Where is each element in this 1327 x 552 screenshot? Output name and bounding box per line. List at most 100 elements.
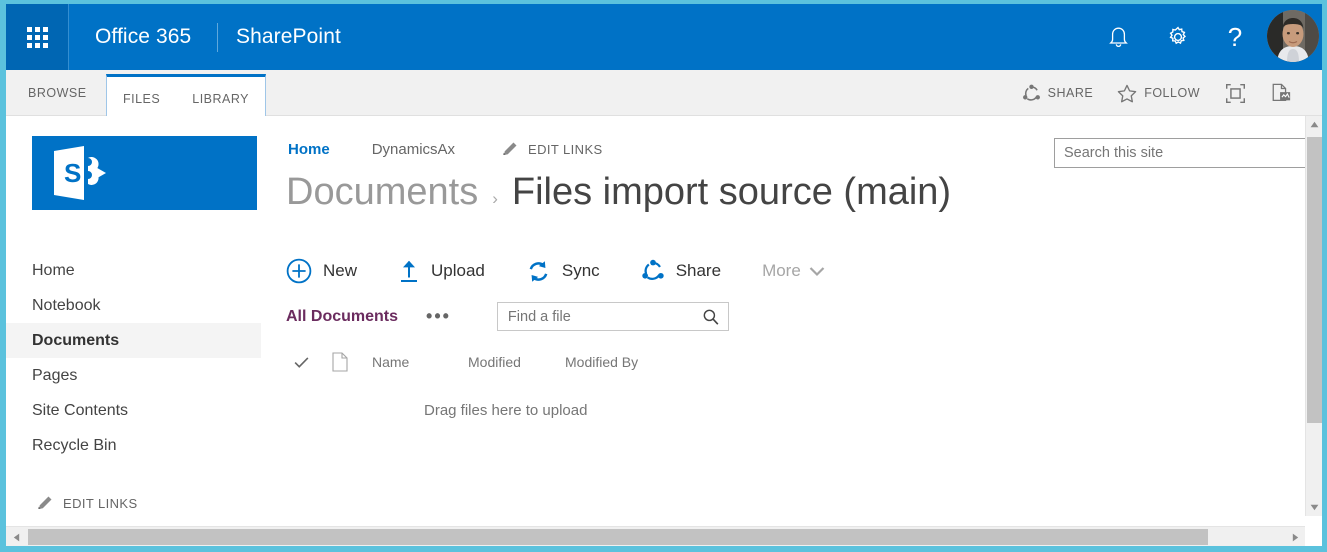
app-launcher-button[interactable] <box>6 4 68 70</box>
bell-icon <box>1108 27 1128 47</box>
focus-on-content-button[interactable] <box>1212 70 1258 116</box>
topnav-item-home[interactable]: Home <box>288 141 330 158</box>
upload-arrow-icon <box>401 260 418 282</box>
scroll-right-button[interactable] <box>1285 528 1305 546</box>
sharepoint-app-link[interactable]: SharePoint <box>236 4 341 70</box>
search-icon <box>703 309 719 325</box>
select-all-checkbox[interactable] <box>294 356 332 369</box>
view-selector-all-documents[interactable]: All Documents <box>286 308 398 326</box>
sidebar-item-label: Site Contents <box>32 401 129 419</box>
find-a-file-box[interactable] <box>496 302 729 331</box>
help-question-icon: ? <box>1227 21 1243 52</box>
page-sync-button[interactable] <box>1258 70 1304 116</box>
find-a-file-input[interactable] <box>505 307 702 326</box>
share-icon <box>1022 84 1040 101</box>
page-title: Documents › Files import source (main) <box>286 171 951 214</box>
topnav-edit-links-button[interactable]: EDIT LINKS <box>501 141 603 158</box>
tab-library[interactable]: LIBRARY <box>176 77 265 120</box>
sync-icon <box>529 260 548 282</box>
follow-button-label: FOLLOW <box>1144 86 1200 100</box>
horizontal-scrollbar[interactable] <box>6 526 1322 546</box>
column-header-modified[interactable]: Modified <box>468 354 565 370</box>
sidebar-item-label: Home <box>32 261 75 279</box>
sidebar-item-site-contents[interactable]: Site Contents <box>6 393 261 428</box>
sidebar-item-home[interactable]: Home <box>6 253 261 288</box>
pencil-icon <box>38 496 52 509</box>
top-navigation: Home DynamicsAx EDIT LINKS <box>288 141 603 158</box>
share-button-label: SHARE <box>1047 86 1094 100</box>
horizontal-scrollbar-thumb[interactable] <box>28 529 1208 545</box>
more-commands-label: More <box>762 261 801 280</box>
more-commands-button[interactable]: More <box>762 261 825 281</box>
suite-brand-separator <box>217 23 218 52</box>
share-command-button[interactable]: Share <box>641 259 721 283</box>
topnav-item-dynamicsax[interactable]: DynamicsAx <box>372 141 455 158</box>
vertical-scrollbar[interactable] <box>1305 116 1322 516</box>
sync-button[interactable]: Sync <box>526 259 600 284</box>
user-menu-button[interactable] <box>1267 10 1319 62</box>
tab-files[interactable]: FILES <box>107 77 176 120</box>
new-button-label: New <box>323 261 358 280</box>
scroll-up-button[interactable] <box>1306 116 1322 133</box>
app-launcher-waffle-icon <box>26 26 48 48</box>
view-more-options-button[interactable]: ••• <box>426 306 451 327</box>
settings-button[interactable] <box>1152 4 1204 70</box>
share-command-label: Share <box>675 261 722 280</box>
document-icon <box>332 352 348 372</box>
upload-button[interactable]: Upload <box>398 258 485 284</box>
help-button[interactable]: ? <box>1212 4 1258 70</box>
share-button[interactable]: SHARE <box>1010 70 1106 116</box>
sidebar-item-pages[interactable]: Pages <box>6 358 261 393</box>
sidebar-item-label: Pages <box>32 366 78 384</box>
sidebar-item-documents[interactable]: Documents <box>6 323 261 358</box>
tab-browse[interactable]: BROWSE <box>28 70 87 116</box>
sidebar-edit-links-button[interactable]: EDIT LINKS <box>6 487 261 516</box>
avatar <box>1267 10 1319 62</box>
scrollbar-corner <box>1305 526 1322 546</box>
new-button[interactable]: New <box>286 258 357 284</box>
drag-files-hint: Drag files here to upload <box>424 402 588 419</box>
file-list-header: Name Modified Modified By <box>294 352 638 372</box>
pencil-icon <box>503 142 517 155</box>
main-content-column: Home DynamicsAx EDIT LINKS Documents <box>261 116 1322 516</box>
caret-left-icon <box>13 533 19 541</box>
sidebar-item-label: Notebook <box>32 296 101 314</box>
office365-brand-link[interactable]: Office 365 <box>95 4 191 70</box>
site-search-box[interactable] <box>1054 138 1312 168</box>
site-logo[interactable]: S <box>32 136 257 210</box>
column-header-modified-by[interactable]: Modified By <box>565 354 638 370</box>
column-header-name[interactable]: Name <box>372 354 468 370</box>
scroll-down-button[interactable] <box>1306 499 1322 516</box>
share-icon <box>641 259 664 280</box>
page-content: S Home Notebook Documents Pages Site Con… <box>6 116 1322 516</box>
left-navigation-column: S Home Notebook Documents Pages Site Con… <box>6 116 261 516</box>
sync-button-label: Sync <box>561 261 600 280</box>
caret-up-icon <box>1310 121 1319 128</box>
caret-down-icon <box>1310 504 1319 511</box>
sidebar-item-notebook[interactable]: Notebook <box>6 288 261 323</box>
notifications-button[interactable] <box>1092 4 1144 70</box>
plus-circle-icon <box>286 258 312 284</box>
quick-launch-nav: Home Notebook Documents Pages Site Conte… <box>6 253 261 516</box>
chevron-down-icon <box>809 266 825 276</box>
ribbon-tab-row: BROWSE FILES LIBRARY SHARE FOLLOW <box>6 70 1322 120</box>
caret-right-icon <box>1292 533 1298 541</box>
scroll-left-button[interactable] <box>6 528 26 546</box>
page-title-parent[interactable]: Documents <box>286 171 478 214</box>
ribbon-commands: SHARE FOLLOW <box>1010 70 1304 116</box>
page-viewport: Office 365 SharePoint ? BROWSE FILES LIB… <box>6 4 1322 546</box>
star-icon <box>1117 84 1137 102</box>
sidebar-edit-links-label: EDIT LINKS <box>63 495 138 511</box>
sidebar-item-label: Recycle Bin <box>32 436 117 454</box>
follow-button[interactable]: FOLLOW <box>1105 70 1212 116</box>
suite-bar-divider <box>68 4 69 70</box>
vertical-scrollbar-thumb[interactable] <box>1307 137 1322 423</box>
document-type-column[interactable] <box>332 352 372 372</box>
focus-on-content-icon <box>1225 83 1245 103</box>
topnav-edit-links-label: EDIT LINKS <box>528 142 603 157</box>
page-sync-icon <box>1272 83 1291 101</box>
sidebar-item-recycle-bin[interactable]: Recycle Bin <box>6 428 261 463</box>
search-input[interactable] <box>1055 139 1311 167</box>
page-title-separator: › <box>492 189 498 208</box>
views-row: All Documents ••• <box>286 302 729 331</box>
